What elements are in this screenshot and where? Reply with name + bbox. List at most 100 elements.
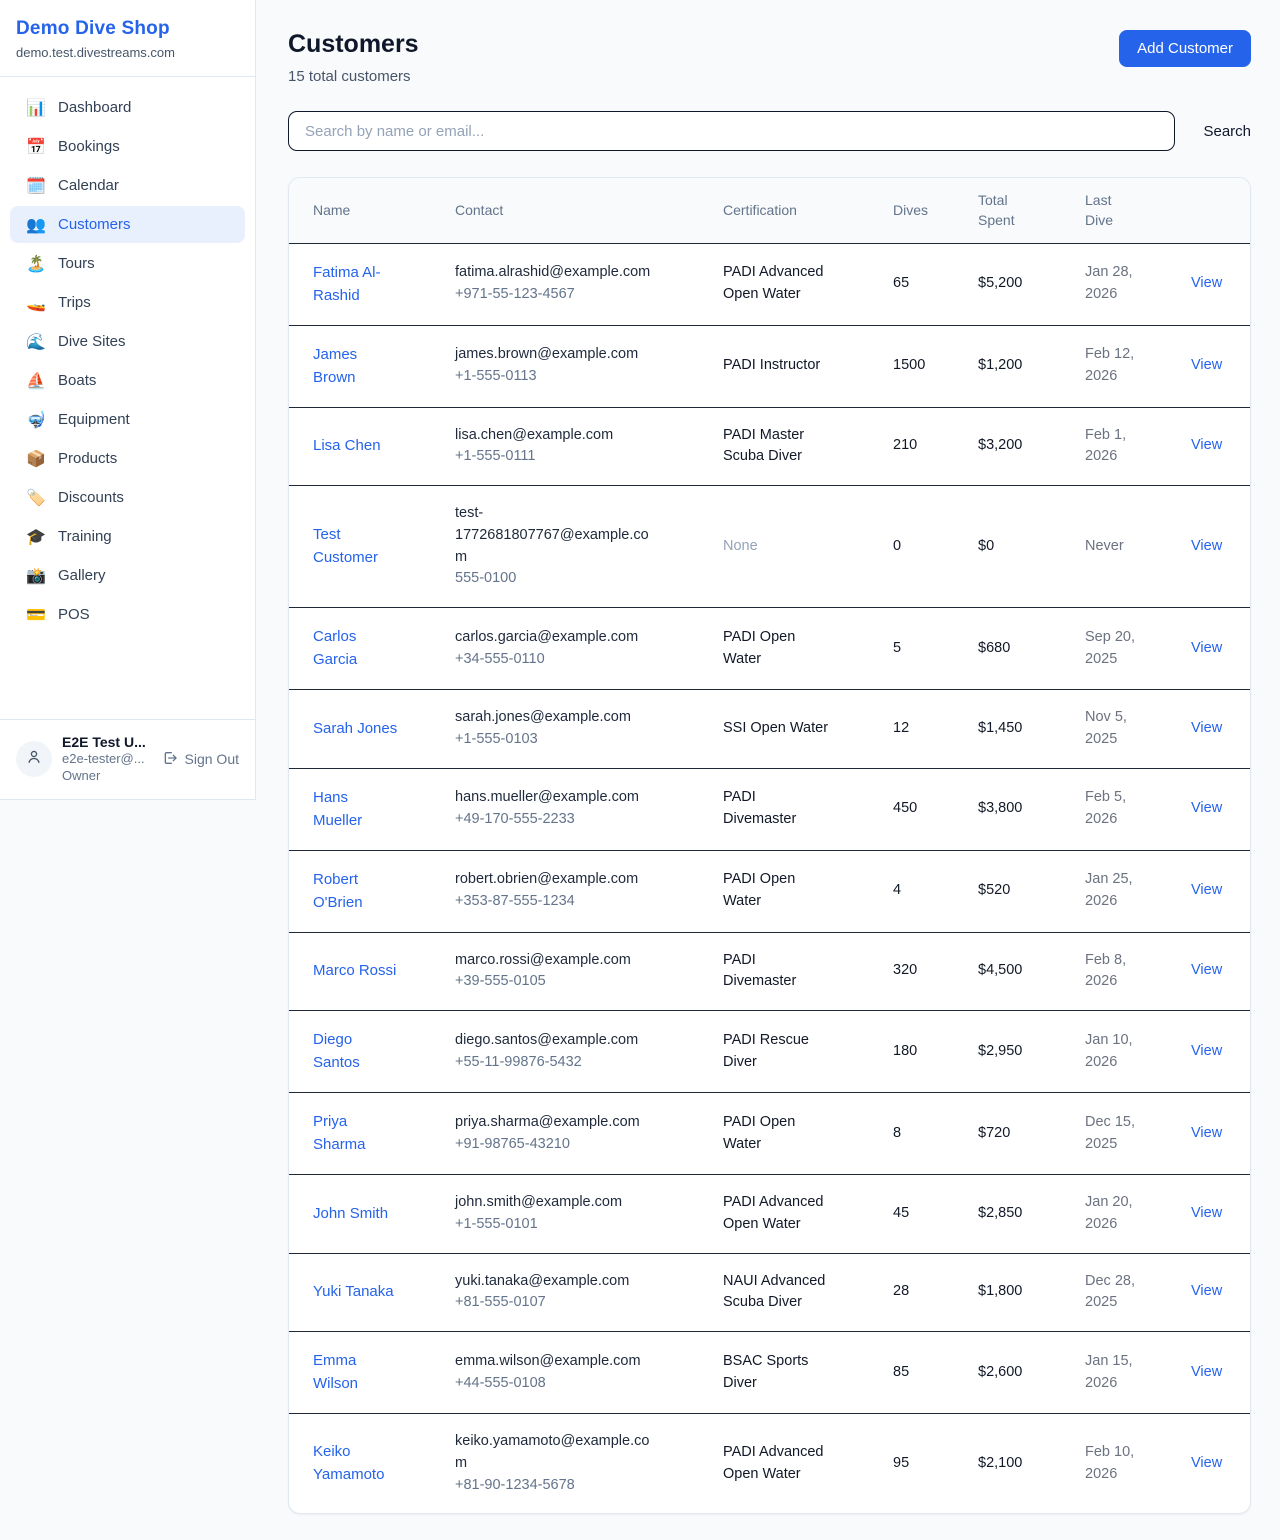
sidebar-item-gallery[interactable]: 📸Gallery bbox=[10, 557, 245, 594]
customer-dives: 45 bbox=[877, 1175, 962, 1254]
total-customers-count: 15 total customers bbox=[288, 68, 419, 85]
sidebar-item-boats[interactable]: ⛵ Boats bbox=[10, 362, 245, 399]
sidebar-item-training[interactable]: 🎓 Training bbox=[10, 518, 245, 555]
customer-dives: 12 bbox=[877, 690, 962, 769]
customer-certification: PADI Advanced Open Water bbox=[707, 1175, 877, 1254]
sidebar-item-bookings[interactable]: 📅Bookings bbox=[10, 128, 245, 165]
customer-name-link[interactable]: Hans Mueller bbox=[313, 786, 399, 833]
customer-name-link[interactable]: Emma Wilson bbox=[313, 1349, 399, 1396]
customer-last-dive: Feb 10, 2026 bbox=[1069, 1414, 1175, 1514]
customer-name-link[interactable]: Test Customer bbox=[313, 523, 399, 570]
customer-name-link[interactable]: Fatima Al-Rashid bbox=[313, 261, 399, 308]
table-row: Sarah Jones sarah.jones@example.com +1-5… bbox=[289, 690, 1250, 769]
table-row: Fatima Al-Rashid fatima.alrashid@example… bbox=[289, 243, 1250, 325]
view-customer-link[interactable]: View bbox=[1191, 800, 1222, 816]
customer-name-link[interactable]: Keiko Yamamoto bbox=[313, 1440, 399, 1487]
sidebar-item-tours[interactable]: 🏝️Tours bbox=[10, 245, 245, 282]
sidebar-item-label: Training bbox=[58, 528, 112, 545]
customer-name-link[interactable]: John Smith bbox=[313, 1202, 388, 1225]
customer-total-spent: $2,600 bbox=[962, 1332, 1069, 1414]
customer-name-link[interactable]: Lisa Chen bbox=[313, 434, 381, 457]
sidebar-item-discounts[interactable]: 🏷️Discounts bbox=[10, 479, 245, 516]
customer-certification: PADI Divemaster bbox=[707, 932, 877, 1011]
view-customer-link[interactable]: View bbox=[1191, 1125, 1222, 1141]
sidebar-item-label: Bookings bbox=[58, 138, 120, 155]
customers-table-card: Name Contact Certification Dives Total S… bbox=[288, 177, 1251, 1514]
customer-total-spent: $4,500 bbox=[962, 932, 1069, 1011]
view-customer-link[interactable]: View bbox=[1191, 538, 1222, 554]
customer-email: robert.obrien@example.com bbox=[455, 869, 651, 891]
customer-dives: 4 bbox=[877, 850, 962, 932]
sidebar-item-label: Calendar bbox=[58, 177, 119, 194]
customer-name-link[interactable]: Sarah Jones bbox=[313, 717, 397, 740]
table-row: Test Customer test-1772681807767@example… bbox=[289, 486, 1250, 608]
customer-phone: +39-555-0105 bbox=[455, 971, 651, 993]
graduation-cap-icon: 🎓 bbox=[26, 529, 46, 545]
user-name: E2E Test U... bbox=[62, 734, 152, 750]
sign-out-button[interactable]: Sign Out bbox=[162, 750, 239, 769]
shop-title[interactable]: Demo Dive Shop bbox=[16, 18, 239, 40]
sidebar-item-label: Gallery bbox=[58, 567, 106, 584]
sidebar-item-dive-sites[interactable]: 🌊Dive Sites bbox=[10, 323, 245, 360]
view-customer-link[interactable]: View bbox=[1191, 882, 1222, 898]
customer-dives: 210 bbox=[877, 407, 962, 486]
sailboat-icon: ⛵ bbox=[26, 373, 46, 389]
customer-last-dive: Feb 5, 2026 bbox=[1069, 768, 1175, 850]
customer-email: priya.sharma@example.com bbox=[455, 1112, 651, 1134]
customer-name-link[interactable]: James Brown bbox=[313, 343, 399, 390]
customer-email: marco.rossi@example.com bbox=[455, 950, 651, 972]
sidebar-item-calendar[interactable]: 🗓️ Calendar bbox=[10, 167, 245, 204]
add-customer-button[interactable]: Add Customer bbox=[1119, 30, 1251, 67]
customer-name-link[interactable]: Diego Santos bbox=[313, 1028, 399, 1075]
table-row: Hans Mueller hans.mueller@example.com +4… bbox=[289, 768, 1250, 850]
search-button[interactable]: Search bbox=[1203, 123, 1251, 140]
view-customer-link[interactable]: View bbox=[1191, 357, 1222, 373]
sidebar-item-trips[interactable]: 🚤Trips bbox=[10, 284, 245, 321]
sidebar-item-products[interactable]: 📦Products bbox=[10, 440, 245, 477]
customer-phone: +1-555-0111 bbox=[455, 446, 651, 468]
view-customer-link[interactable]: View bbox=[1191, 1283, 1222, 1299]
sidebar-item-customers[interactable]: 👥Customers bbox=[10, 206, 245, 243]
customer-name-link[interactable]: Carlos Garcia bbox=[313, 625, 399, 672]
customer-total-spent: $5,200 bbox=[962, 243, 1069, 325]
sidebar-item-equipment[interactable]: 🤿Equipment bbox=[10, 401, 245, 438]
customer-name-link[interactable]: Yuki Tanaka bbox=[313, 1280, 394, 1303]
customer-email: carlos.garcia@example.com bbox=[455, 627, 651, 649]
view-customer-link[interactable]: View bbox=[1191, 1043, 1222, 1059]
customer-phone: +1-555-0101 bbox=[455, 1214, 651, 1236]
sidebar: Demo Dive Shop demo.test.divestreams.com… bbox=[0, 0, 256, 800]
customer-phone: +81-555-0107 bbox=[455, 1292, 651, 1314]
sidebar-nav: 📊Dashboard📅Bookings 🗓️ Calendar 👥Customers🏝… bbox=[0, 77, 255, 635]
search-input[interactable] bbox=[288, 111, 1175, 151]
table-row: John Smith john.smith@example.com +1-555… bbox=[289, 1175, 1250, 1254]
label-tag-icon: 🏷️ bbox=[26, 490, 46, 506]
customer-certification: PADI Divemaster bbox=[707, 768, 877, 850]
view-customer-link[interactable]: View bbox=[1191, 962, 1222, 978]
customer-name-link[interactable]: Robert O'Brien bbox=[313, 868, 399, 915]
sidebar-item-label: Boats bbox=[58, 372, 96, 389]
customer-dives: 85 bbox=[877, 1332, 962, 1414]
view-customer-link[interactable]: View bbox=[1191, 437, 1222, 453]
customer-dives: 180 bbox=[877, 1011, 962, 1093]
view-customer-link[interactable]: View bbox=[1191, 640, 1222, 656]
view-customer-link[interactable]: View bbox=[1191, 1364, 1222, 1380]
customer-dives: 28 bbox=[877, 1253, 962, 1332]
customer-dives: 0 bbox=[877, 486, 962, 608]
view-customer-link[interactable]: View bbox=[1191, 1455, 1222, 1471]
view-customer-link[interactable]: View bbox=[1191, 1205, 1222, 1221]
column-header-total-spent: Total Spent bbox=[962, 178, 1069, 243]
customer-name-link[interactable]: Marco Rossi bbox=[313, 959, 396, 982]
customer-total-spent: $1,200 bbox=[962, 325, 1069, 407]
view-customer-link[interactable]: View bbox=[1191, 275, 1222, 291]
package-icon: 📦 bbox=[26, 451, 46, 467]
customer-certification: PADI Instructor bbox=[707, 325, 877, 407]
customer-certification: PADI Rescue Diver bbox=[707, 1011, 877, 1093]
spiral-calendar-icon: 🗓️ bbox=[26, 178, 46, 194]
sidebar-item-dashboard[interactable]: 📊Dashboard bbox=[10, 89, 245, 126]
sign-out-icon bbox=[162, 750, 178, 769]
customer-name-link[interactable]: Priya Sharma bbox=[313, 1110, 399, 1157]
sidebar-item-pos[interactable]: 💳POS bbox=[10, 596, 245, 633]
view-customer-link[interactable]: View bbox=[1191, 720, 1222, 736]
sidebar-item-label: Tours bbox=[58, 255, 95, 272]
customer-last-dive: Sep 20, 2025 bbox=[1069, 608, 1175, 690]
